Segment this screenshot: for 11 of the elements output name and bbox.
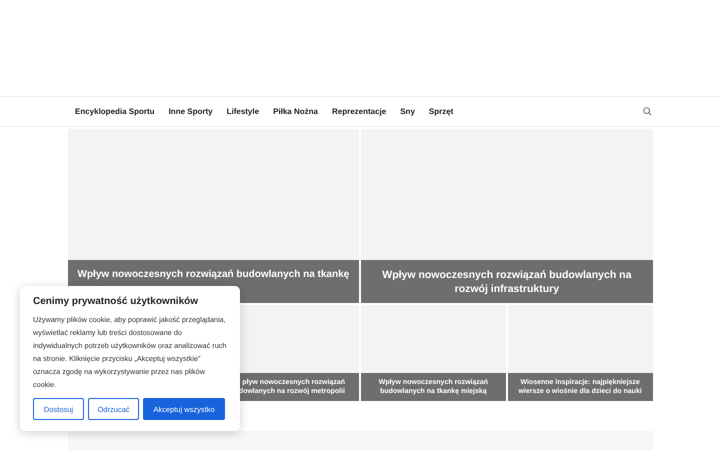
nav-link[interactable]: Reprezentacje xyxy=(332,107,386,116)
post-title[interactable]: Wpływ nowoczesnych rozwiązań budowlanych na rozwój infrastruktury xyxy=(371,268,642,296)
nav-link[interactable]: Sprzęt xyxy=(428,107,454,116)
nav-link[interactable]: Sny xyxy=(400,107,415,116)
nav-link[interactable]: Lifestyle xyxy=(226,107,260,116)
post-title[interactable]: Wpływ nowoczesnych rozwiązań budowlanych na tkankę xyxy=(78,268,350,282)
nav-link[interactable]: Piłka Nożna xyxy=(273,107,318,116)
search-icon[interactable] xyxy=(643,107,652,116)
nav-link[interactable]: Encyklopedia Sportu xyxy=(75,107,155,116)
banner-title: Cenimy prywatność użytkowników xyxy=(33,296,200,307)
nav-link[interactable]: Inne Sporty xyxy=(168,107,213,116)
